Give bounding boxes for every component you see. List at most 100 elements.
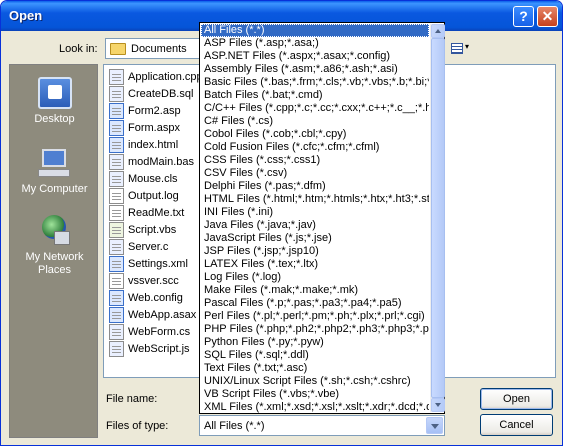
place-my-network-places[interactable]: My Network Places [10, 215, 99, 277]
file-item[interactable]: index.html [109, 137, 203, 154]
file-type-dropdown-list[interactable]: All Files (*.*) ASP Files (*.asp;*.asa;) A… [199, 22, 445, 414]
web-file-icon [109, 256, 124, 272]
file-name-label: File name: [106, 393, 158, 405]
file-type-option[interactable]: Batch Files (*.bat;*.cmd) [201, 89, 429, 102]
file-type-option[interactable]: SQL Files (*.sql;*.ddl) [201, 349, 429, 362]
open-button[interactable]: Open [480, 388, 553, 410]
file-item[interactable]: Form2.asp [109, 103, 203, 120]
my-computer-icon [37, 147, 72, 179]
folder-icon [110, 43, 126, 55]
file-item[interactable]: Mouse.cls [109, 171, 203, 188]
file-type-option[interactable]: ASP Files (*.asp;*.asa;) [201, 37, 429, 50]
file-name: WebForm.cs [128, 326, 191, 338]
file-name: CreateDB.sql [128, 88, 194, 100]
file-type-option[interactable]: Log Files (*.log) [201, 271, 429, 284]
file-type-option[interactable]: ASP.NET Files (*.aspx;*.asax;*.config) [201, 50, 429, 63]
file-item[interactable]: Web.config [109, 290, 203, 307]
file-item[interactable]: WebScript.js [109, 341, 203, 358]
file-item[interactable]: WebApp.asax [109, 307, 203, 324]
file-item[interactable]: Server.c [109, 239, 203, 256]
close-button[interactable]: ✕ [537, 6, 558, 27]
code-file-icon [109, 324, 124, 340]
file-item[interactable]: Script.vbs [109, 222, 203, 239]
scroll-thumb[interactable] [431, 38, 445, 398]
files-of-type-label: Files of type: [106, 420, 169, 432]
cancel-button[interactable]: Cancel [480, 414, 553, 436]
file-name: modMain.bas [128, 156, 195, 168]
file-name: Form2.asp [128, 105, 181, 117]
file-type-option[interactable]: Cold Fusion Files (*.cfc;*.cfm;*.cfml) [201, 141, 429, 154]
file-type-option[interactable]: INI Files (*.ini) [201, 206, 429, 219]
look-in-combo[interactable]: Documents [105, 38, 205, 59]
file-type-option[interactable]: XML Files (*.xml;*.xsd;*.xsl;*.xslt;*.xd… [201, 401, 429, 414]
file-type-option[interactable]: PHP Files (*.php;*.ph2;*.php2;*.ph3;*.ph… [201, 323, 429, 336]
look-in-value: Documents [131, 43, 187, 55]
file-type-option[interactable]: C# Files (*.cs) [201, 115, 429, 128]
file-type-option[interactable]: Assembly Files (*.asm;*.a86;*.ash;*.asi) [201, 63, 429, 76]
file-name: ReadMe.txt [128, 207, 185, 219]
file-type-option[interactable]: C/C++ Files (*.cpp;*.c;*.cc;*.cxx;*.c++;… [201, 102, 429, 115]
file-item[interactable]: CreateDB.sql [109, 86, 203, 103]
file-name: Settings.xml [128, 258, 188, 270]
views-menu-button[interactable]: ▾ [448, 39, 472, 59]
file-item[interactable]: Output.log [109, 188, 203, 205]
file-type-option[interactable]: Python Files (*.py;*.pyw) [201, 336, 429, 349]
file-type-option[interactable]: CSS Files (*.css;*.css1) [201, 154, 429, 167]
text-file-icon [109, 273, 124, 289]
file-type-option[interactable]: Delphi Files (*.pas;*.dfm) [201, 180, 429, 193]
file-type-option[interactable]: CSV Files (*.csv) [201, 167, 429, 180]
code-file-icon [109, 154, 124, 170]
dropdown-scrollbar[interactable] [430, 24, 445, 412]
dropdown-arrow-icon[interactable] [426, 417, 443, 434]
file-item[interactable]: Settings.xml [109, 256, 203, 273]
file-name: Script.vbs [128, 224, 177, 236]
files-of-type-combo[interactable]: All Files (*.*) [199, 415, 445, 436]
file-type-option[interactable]: UNIX/Linux Script Files (*.sh;*.csh;*.cs… [201, 375, 429, 388]
file-type-option[interactable]: Text Files (*.txt;*.asc) [201, 362, 429, 375]
file-type-option[interactable]: Perl Files (*.pl;*.perl;*.pm;*.ph;*.plx;… [201, 310, 429, 323]
file-type-option[interactable]: HTML Files (*.html;*.htm;*.htmls;*.htx;*… [201, 193, 429, 206]
file-type-option[interactable]: Make Files (*.mak;*.make;*.mk) [201, 284, 429, 297]
file-type-option[interactable]: Java Files (*.java;*.jav) [201, 219, 429, 232]
file-name: index.html [128, 139, 179, 151]
scroll-up-button[interactable] [431, 24, 445, 38]
file-item[interactable]: ReadMe.txt [109, 205, 203, 222]
help-button[interactable]: ? [513, 6, 534, 27]
place-desktop[interactable]: Desktop [10, 77, 99, 125]
file-name: Form.aspx [128, 122, 180, 134]
place-label: Desktop [34, 113, 75, 125]
web-file-icon [109, 137, 124, 153]
view-details-icon [451, 43, 463, 54]
file-item[interactable]: vssver.scc [109, 273, 203, 290]
code-file-icon [109, 239, 124, 255]
code-file-icon [109, 86, 124, 102]
open-dialog: Open ? ✕ Look in: Documents ▾ Desktop My… [0, 0, 563, 446]
place-my-computer[interactable]: My Computer [10, 147, 99, 195]
window-title: Open [9, 8, 43, 23]
file-type-option[interactable]: VB Script Files (*.vbs;*.vbe) [201, 388, 429, 401]
place-label: My Computer [21, 183, 88, 195]
file-name: Mouse.cls [128, 173, 178, 185]
file-item[interactable]: WebForm.cs [109, 324, 203, 341]
scroll-down-button[interactable] [431, 398, 445, 412]
web-file-icon [109, 290, 124, 306]
bat-file-icon [109, 222, 124, 238]
file-name: Web.config [128, 292, 183, 304]
file-item[interactable]: modMain.bas [109, 154, 203, 171]
file-item[interactable]: Application.cpp [109, 69, 203, 86]
file-type-option[interactable]: All Files (*.*) [201, 24, 429, 37]
file-type-option[interactable]: Basic Files (*.bas;*.frm;*.cls;*.vb;*.vb… [201, 76, 429, 89]
chevron-down-icon: ▾ [465, 42, 470, 51]
file-item[interactable]: Form.aspx [109, 120, 203, 137]
file-type-option[interactable]: Cobol Files (*.cob;*.cbl;*.cpy) [201, 128, 429, 141]
code-file-icon [109, 171, 124, 187]
text-file-icon [109, 205, 124, 221]
code-file-icon [109, 69, 124, 85]
network-places-icon [38, 215, 72, 247]
text-file-icon [109, 188, 124, 204]
look-in-label: Look in: [59, 43, 98, 55]
file-type-option[interactable]: JavaScript Files (*.js;*.jse) [201, 232, 429, 245]
file-type-option[interactable]: Pascal Files (*.p;*.pas;*.pa3;*.pa4;*.pa… [201, 297, 429, 310]
file-type-option[interactable]: LATEX Files (*.tex;*.ltx) [201, 258, 429, 271]
file-type-option[interactable]: JSP Files (*.jsp;*.jsp10) [201, 245, 429, 258]
